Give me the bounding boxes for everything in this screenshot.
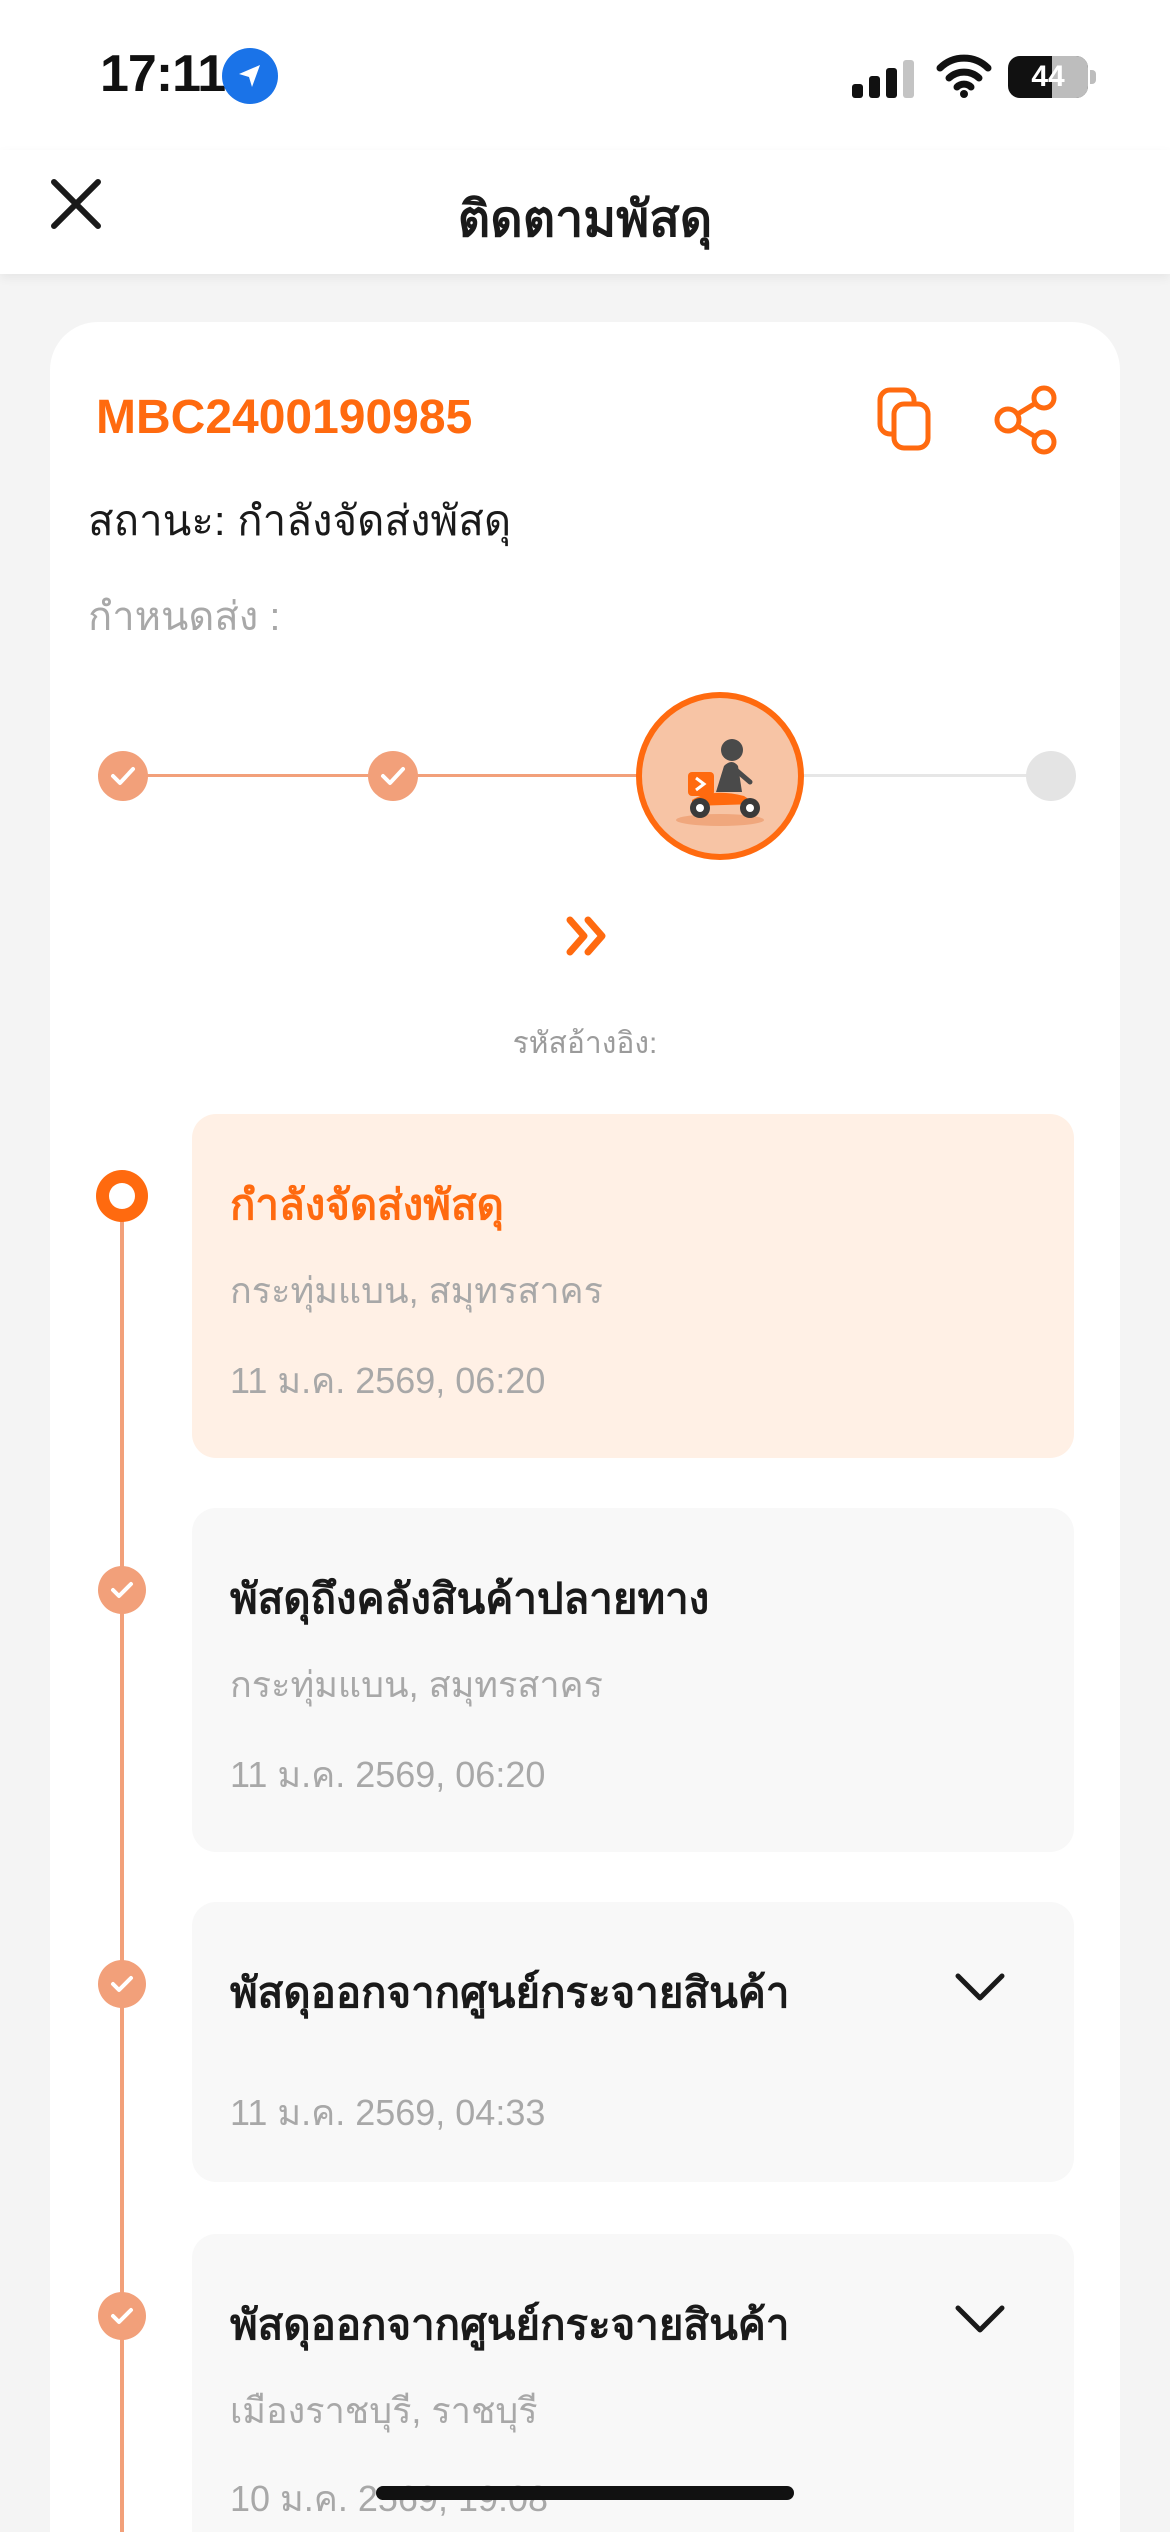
double-chevron-right-icon xyxy=(558,906,618,966)
timeline-check-icon xyxy=(98,1566,146,1614)
delivery-scooter-icon xyxy=(636,692,804,860)
status-bar: 17:11 44 xyxy=(0,0,1170,150)
delivery-status: สถานะ: กำลังจัดส่งพัสดุ xyxy=(88,497,512,544)
event-location: กระทุ่มแบน, สมุทรสาคร xyxy=(230,1664,603,1705)
event-time: 11 ม.ค. 2569, 06:20 xyxy=(230,1754,546,1795)
chevron-down-icon[interactable] xyxy=(952,1968,1008,2008)
step-pending-dot xyxy=(1026,751,1076,801)
location-arrow-icon xyxy=(222,48,278,104)
tracking-number: MBC2400190985 xyxy=(96,391,473,444)
event-time: 11 ม.ค. 2569, 04:33 xyxy=(230,2092,546,2133)
share-icon[interactable] xyxy=(990,384,1062,456)
battery-level: 44 xyxy=(1031,60,1065,93)
header: ติดตามพัสดุ xyxy=(0,150,1170,274)
timeline-check-icon xyxy=(98,2292,146,2340)
event-title: พัสดุถึงคลังสินค้าปลายทาง xyxy=(230,1575,710,1622)
event-title: พัสดุออกจากศูนย์กระจายสินค้า xyxy=(230,1969,790,2016)
wifi-icon xyxy=(936,54,992,103)
event-title: พัสดุออกจากศูนย์กระจายสินค้า xyxy=(230,2301,790,2348)
chevron-down-icon[interactable] xyxy=(952,2300,1008,2340)
status-time: 17:11 xyxy=(100,45,226,103)
page-title: ติดตามพัสดุ xyxy=(457,191,713,247)
home-indicator[interactable] xyxy=(376,2486,794,2500)
event-location: กระทุ่มแบน, สมุทรสาคร xyxy=(230,1270,603,1311)
delivery-deadline: กำหนดส่ง : xyxy=(88,595,281,639)
timeline-event-current: กำลังจัดส่งพัสดุ กระทุ่มแบน, สมุทรสาคร 1… xyxy=(192,1114,1074,1458)
cellular-signal-icon xyxy=(852,60,914,98)
event-title: กำลังจัดส่งพัสดุ xyxy=(230,1181,504,1228)
timeline-current-dot xyxy=(96,1170,148,1222)
tracking-card: MBC2400190985 สถานะ: กำลังจัดส่งพัสดุ กำ… xyxy=(50,322,1120,2532)
timeline-check-icon xyxy=(98,1960,146,2008)
step-check-icon xyxy=(98,751,148,801)
battery-icon: 44 xyxy=(1008,56,1088,98)
copy-icon[interactable] xyxy=(872,384,942,454)
timeline-event-expandable[interactable]: พัสดุออกจากศูนย์กระจายสินค้า 11 ม.ค. 256… xyxy=(192,1902,1074,2182)
reference-code: รหัสอ้างอิง: xyxy=(512,1027,658,1060)
event-location: เมืองราชบุรี, ราชบุรี xyxy=(230,2390,538,2431)
progress-line-pending xyxy=(800,774,1036,777)
timeline-event: พัสดุถึงคลังสินค้าปลายทาง กระทุ่มแบน, สม… xyxy=(192,1508,1074,1852)
event-time: 11 ม.ค. 2569, 06:20 xyxy=(230,1360,546,1401)
step-check-icon xyxy=(368,751,418,801)
